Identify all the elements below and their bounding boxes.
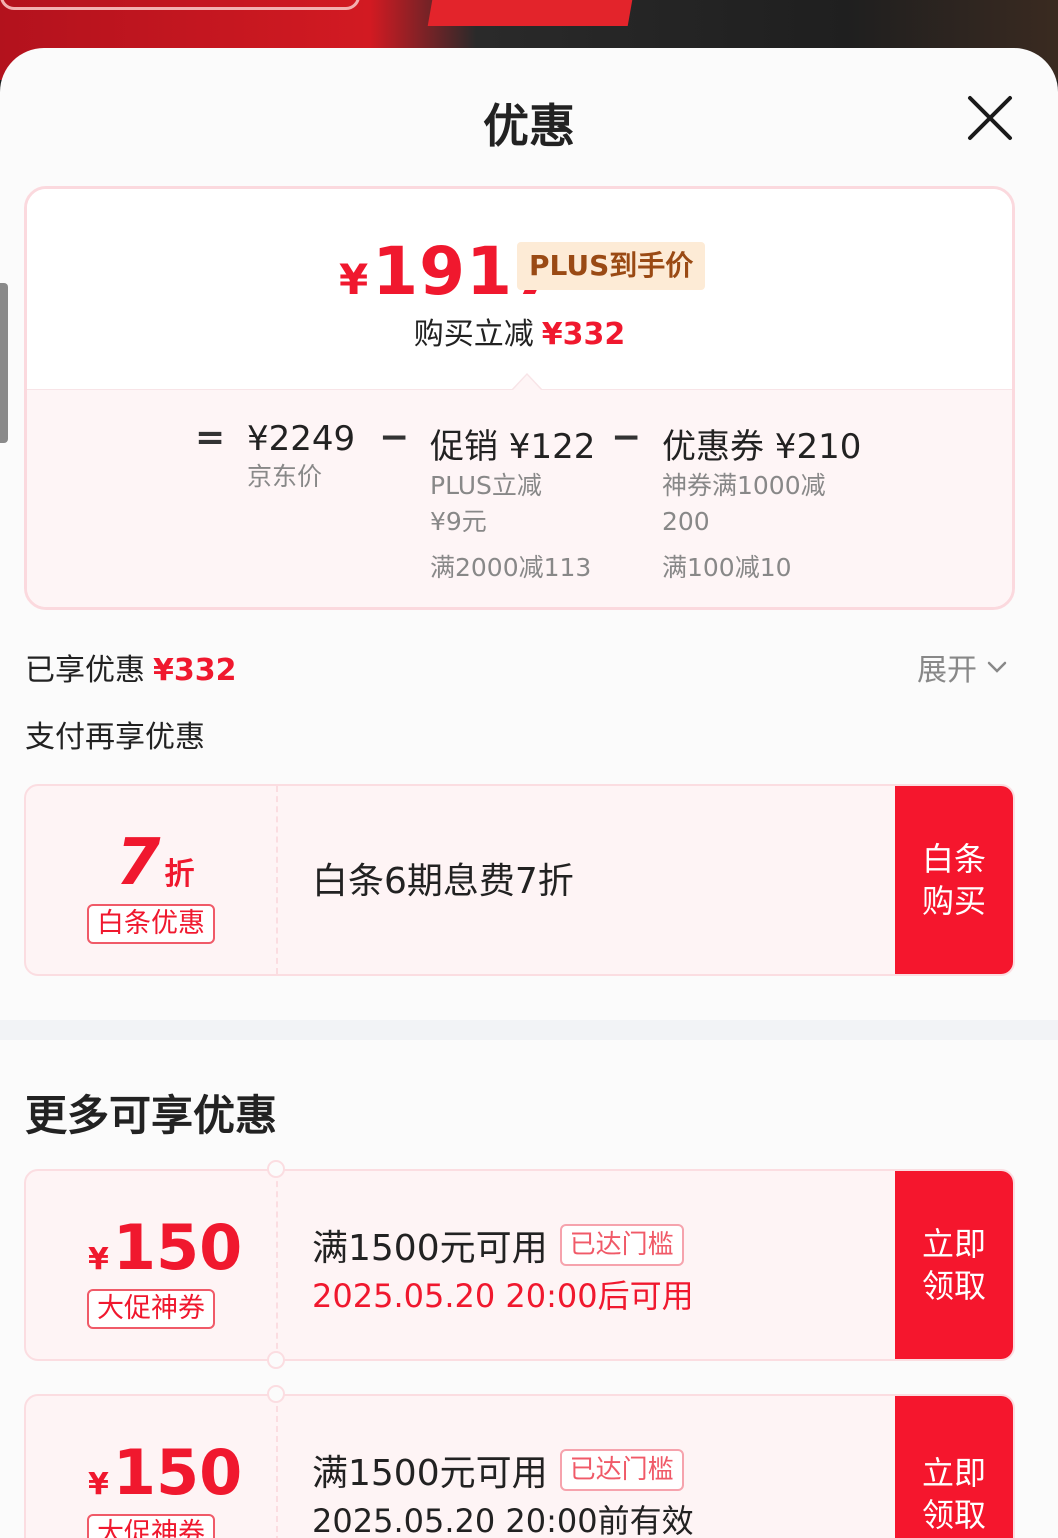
button-label: 立即领取: [921, 1454, 986, 1534]
threshold-reached-badge: 已达门槛: [559, 1224, 684, 1266]
coupon-amount: ¥150: [88, 1436, 242, 1509]
baitiao-buy-button[interactable]: 白条购买: [895, 786, 1013, 974]
section-divider: [0, 1020, 1058, 1040]
reduction-label: 购买立减: [413, 317, 534, 352]
coupon-detail-1: 神券满1000减: [662, 471, 826, 500]
discount-unit: 折: [164, 857, 195, 892]
coupon-amount-value: 150: [112, 1211, 243, 1284]
currency-symbol: ¥: [88, 1467, 109, 1502]
equals-sign: =: [195, 417, 226, 458]
coupon-description: 白条6期息费7折: [312, 861, 574, 902]
pointer-notch-fill: [513, 375, 541, 390]
price-summary: ¥ 1917 PLUS到手价 购买立减 ¥332: [27, 189, 1012, 389]
coupon-type-tag: 白条优惠: [87, 904, 215, 944]
promo-detail-3: 满2000减113: [430, 553, 592, 582]
baitiao-coupon-card: 7折 白条优惠 白条6期息费7折 白条购买: [24, 784, 1015, 976]
coupon-amount: ¥150: [88, 1211, 242, 1284]
threshold-reached-badge: 已达门槛: [559, 1449, 684, 1491]
claim-coupon-button[interactable]: 立即领取: [895, 1171, 1013, 1359]
more-section-title: 更多可享优惠: [25, 1091, 278, 1140]
close-icon[interactable]: [962, 90, 1018, 146]
coupon-left-panel: 7折 白条优惠: [26, 786, 278, 974]
plus-price-badge: PLUS到手价: [517, 242, 706, 290]
discount-value: 7折: [116, 826, 195, 900]
jd-price-label: 京东价: [247, 462, 323, 491]
enjoyed-amount: ¥332: [153, 653, 237, 688]
currency-symbol: ¥: [88, 1242, 109, 1277]
jd-price-value: ¥2249: [247, 419, 356, 459]
minus-sign: −: [611, 417, 642, 458]
coupon-type-tag: 大促神券: [87, 1289, 215, 1329]
coupon-validity: 2025.05.20 20:00前有效: [312, 1502, 694, 1538]
price-breakdown-card: ¥ 1917 PLUS到手价 购买立减 ¥332 = ¥2249 京东价 − 促销…: [24, 186, 1015, 610]
ticket-notch: [267, 1160, 285, 1178]
discount-number: 7: [116, 826, 161, 900]
coupon-condition-row: 满1500元可用 已达门槛: [312, 1444, 684, 1496]
coupon-left-panel: ¥150 大促神券: [26, 1396, 278, 1538]
promo-detail-1: PLUS立减: [430, 471, 542, 500]
claim-coupon-button[interactable]: 立即领取: [895, 1396, 1013, 1538]
sheet-title: 优惠: [483, 99, 575, 153]
coupon-detail-2: 200: [662, 507, 710, 536]
coupon-condition: 满1500元可用: [312, 1228, 548, 1269]
coupon-card: ¥150 大促神券 满1500元可用 已达门槛 2025.05.20 20:00…: [24, 1169, 1015, 1361]
ticket-notch: [267, 1385, 285, 1403]
promo-column: 促销 ¥122 PLUS立减 ¥9元 满2000减113: [430, 419, 595, 584]
jd-price-column: ¥2249 京东价: [247, 419, 355, 495]
coupon-validity: 2025.05.20 20:00后可用: [312, 1277, 694, 1315]
background-pill: [0, 0, 360, 10]
promo-detail-2: ¥9元: [430, 507, 487, 536]
ticket-notch: [267, 1351, 285, 1369]
pay-section-title: 支付再享优惠: [25, 720, 205, 755]
reduction-amount: ¥332: [541, 317, 626, 352]
coupon-condition-row: 满1500元可用 已达门槛: [312, 1219, 684, 1271]
coupon-column: 优惠券 ¥210 神券满1000减 200 满100减10: [662, 419, 861, 584]
coupon-amount-value: 150: [112, 1436, 243, 1509]
promo-value: 促销 ¥122: [430, 427, 596, 467]
coupon-card: ¥150 大促神券 满1500元可用 已达门槛 2025.05.20 20:00…: [24, 1394, 1015, 1538]
currency-symbol: ¥: [339, 255, 369, 304]
coupon-condition: 满1500元可用: [312, 1453, 548, 1494]
coupon-value: 优惠券 ¥210: [662, 427, 862, 467]
button-label: 白条购买: [921, 840, 986, 920]
background-flag: [427, 0, 633, 26]
button-label: 立即领取: [921, 1225, 986, 1305]
coupon-left-panel: ¥150 大促神券: [26, 1171, 278, 1359]
minus-sign: −: [379, 417, 410, 458]
scroll-indicator[interactable]: [0, 283, 8, 443]
coupon-type-tag: 大促神券: [87, 1514, 215, 1538]
instant-reduction: 购买立减 ¥332: [27, 309, 1012, 353]
expand-button[interactable]: 展开: [917, 645, 1009, 689]
chevron-down-icon: [987, 661, 1007, 673]
coupon-detail-3: 满100减10: [662, 553, 792, 582]
enjoyed-discount: 已享优惠 ¥332: [25, 645, 237, 689]
expand-label: 展开: [917, 653, 977, 688]
enjoyed-label: 已享优惠: [25, 653, 145, 688]
